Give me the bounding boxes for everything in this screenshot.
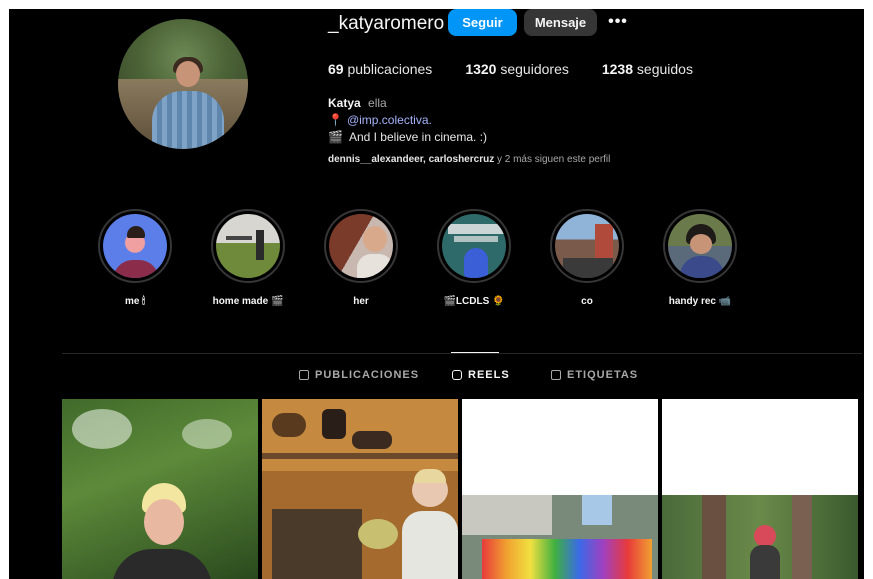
active-tab-indicator xyxy=(451,352,499,353)
reel-thumbnail[interactable] xyxy=(662,399,858,579)
highlight-handy-rec[interactable]: handy rec 📹 xyxy=(660,209,740,307)
tab-label: ETIQUETAS xyxy=(567,369,639,381)
highlight-label: 🎬LCDLS 🌻 xyxy=(443,296,505,307)
highlight-her[interactable]: her xyxy=(321,209,401,307)
highlight-label: home made 🎬 xyxy=(212,296,284,307)
clapper-icon: 🎬 xyxy=(328,130,343,144)
highlight-home-made[interactable]: home made 🎬 xyxy=(208,209,288,307)
highlight-co[interactable]: co xyxy=(547,209,627,307)
tag-icon xyxy=(551,370,561,380)
stat-following-label: seguidos xyxy=(636,61,693,77)
highlight-label: handy rec 📹 xyxy=(668,296,732,307)
tab-reels[interactable]: REELS xyxy=(452,369,510,381)
followed-by-names: dennis__alexandeer, carloshercruz xyxy=(328,154,495,165)
stat-posts-label: publicaciones xyxy=(347,61,433,77)
highlight-lcdls[interactable]: 🎬LCDLS 🌻 xyxy=(434,209,514,307)
reel-thumbnail[interactable] xyxy=(462,399,658,579)
tab-etiquetas[interactable]: ETIQUETAS xyxy=(551,369,638,381)
stat-posts: 69 publicaciones xyxy=(328,61,432,77)
highlight-label: co xyxy=(581,296,593,307)
profile-bio: Katya ella 📍 @imp.colectiva. 🎬 And I belie… xyxy=(328,95,487,146)
profile-username: _katyaromero xyxy=(328,13,445,34)
bio-line: And I believe in cinema. :) xyxy=(348,130,488,144)
stat-followers[interactable]: 1320 seguidores xyxy=(465,61,569,77)
reels-icon xyxy=(452,370,462,380)
tab-label: PUBLICACIONES xyxy=(315,369,420,381)
stat-following-count: 1238 xyxy=(601,61,634,77)
reel-thumbnail[interactable] xyxy=(62,399,258,579)
profile-screen: _katyaromero Seguir Mensaje ••• 69 publi… xyxy=(9,9,864,579)
follow-button[interactable]: Seguir xyxy=(448,9,517,36)
reel-thumbnail[interactable] xyxy=(262,399,458,579)
stat-posts-count: 69 xyxy=(328,61,344,77)
profile-stats: 69 publicaciones 1320 seguidores 1238 se… xyxy=(328,61,726,77)
stat-followers-count: 1320 xyxy=(465,61,497,77)
stat-followers-label: seguidores xyxy=(500,61,569,77)
profile-avatar[interactable] xyxy=(118,19,248,149)
message-button[interactable]: Mensaje xyxy=(524,9,597,36)
stat-following[interactable]: 1238 seguidos xyxy=(602,61,693,77)
tab-label: REELS xyxy=(468,369,510,381)
bio-pronouns: ella xyxy=(368,96,387,110)
followed-by-note[interactable]: dennis__alexandeer, carloshercruz y 2 má… xyxy=(328,154,610,165)
tabs-divider xyxy=(62,353,862,354)
highlight-me[interactable]: me 🕯 xyxy=(95,209,175,307)
bio-name: Katya xyxy=(328,96,361,110)
pin-icon: 📍 xyxy=(328,113,343,127)
grid-icon xyxy=(299,370,309,380)
bio-mention-link[interactable]: @imp.colectiva. xyxy=(347,113,432,127)
followed-by-rest: y 2 más siguen este perfil xyxy=(494,154,611,165)
tab-publicaciones[interactable]: PUBLICACIONES xyxy=(299,369,419,381)
highlight-label: me 🕯 xyxy=(124,296,146,307)
highlight-label: her xyxy=(353,296,369,307)
more-options-icon[interactable]: ••• xyxy=(607,11,629,33)
